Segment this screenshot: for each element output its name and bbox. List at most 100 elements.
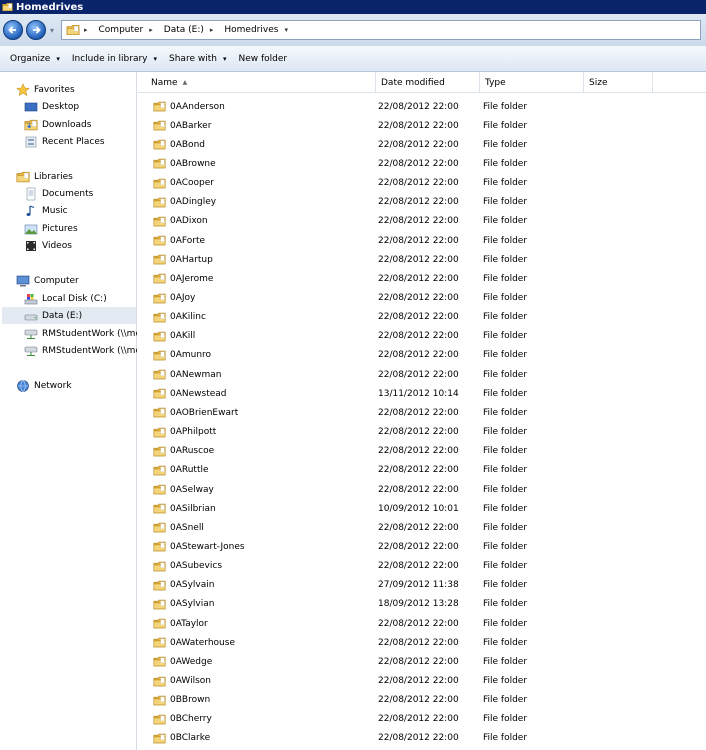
file-name: 0BCherry — [170, 714, 212, 725]
nav-label: Local Disk (C:) — [42, 293, 107, 304]
organize-label: Organize — [10, 53, 51, 64]
breadcrumb-separator[interactable]: ▸ — [149, 26, 158, 34]
nav-local-disk-c[interactable]: Local Disk (C:) — [24, 290, 107, 307]
breadcrumb-separator[interactable]: ▾ — [284, 26, 293, 34]
file-row[interactable]: 0APhilpott 22/08/2012 22:00 File folder — [138, 423, 706, 442]
organize-button[interactable]: Organize ▾ — [4, 49, 66, 69]
file-row[interactable]: 0AJoy 22/08/2012 22:00 File folder — [138, 289, 706, 308]
nav-favorites[interactable]: Favorites — [16, 81, 75, 98]
file-row[interactable]: 0ASelway 22/08/2012 22:00 File folder — [138, 480, 706, 499]
file-row[interactable]: 0BClarke 22/08/2012 22:00 File folder — [138, 729, 706, 748]
nav-documents[interactable]: Documents — [24, 185, 93, 202]
file-row[interactable]: 0ATaylor 22/08/2012 22:00 File folder — [138, 614, 706, 633]
file-row[interactable]: 0ABond 22/08/2012 22:00 File folder — [138, 135, 706, 154]
nav-data-drive-e[interactable]: Data (E:) — [2, 307, 136, 324]
file-row[interactable]: 0ARuttle 22/08/2012 22:00 File folder — [138, 461, 706, 480]
file-name: 0AAnderson — [170, 101, 225, 112]
column-header-label: Type — [485, 77, 506, 88]
folder-icon — [153, 406, 166, 419]
nav-desktop[interactable]: Desktop — [24, 98, 79, 115]
file-row[interactable]: 0AAnderson 22/08/2012 22:00 File folder — [138, 97, 706, 116]
file-name: 0ACooper — [170, 178, 214, 189]
sort-ascending-icon: ▲ — [182, 79, 188, 86]
file-date-modified: 22/08/2012 22:00 — [378, 293, 459, 303]
file-row[interactable]: 0AWaterhouse 22/08/2012 22:00 File folder — [138, 633, 706, 652]
folder-icon — [153, 234, 166, 247]
file-row[interactable]: 0AStewart-Jones 22/08/2012 22:00 File fold… — [138, 537, 706, 556]
nav-label: Pictures — [42, 223, 78, 234]
file-row[interactable]: 0AHartup 22/08/2012 22:00 File folder — [138, 250, 706, 269]
nav-network[interactable]: Network — [16, 377, 72, 394]
file-date-modified: 22/08/2012 22:00 — [378, 695, 459, 706]
recent-pages-dropdown[interactable]: ▾ — [47, 24, 57, 36]
nav-downloads[interactable]: Downloads — [24, 116, 91, 133]
column-header-date-modified[interactable]: Date modified — [376, 72, 480, 93]
file-row[interactable]: 0ANewman 22/08/2012 22:00 File folder — [138, 365, 706, 384]
breadcrumb-data-drive[interactable]: Data (E:) — [164, 25, 204, 35]
file-row[interactable]: 0ASubevics 22/08/2012 22:00 File folder — [138, 557, 706, 576]
file-row[interactable]: 0ADixon 22/08/2012 22:00 File folder — [138, 212, 706, 231]
file-row[interactable]: 0Amunro 22/08/2012 22:00 File folder — [138, 346, 706, 365]
file-date-modified: 22/08/2012 22:00 — [378, 101, 459, 112]
column-header-type[interactable]: Type — [480, 72, 584, 93]
file-row[interactable]: 0AWedge 22/08/2012 22:00 File folder — [138, 652, 706, 671]
back-button[interactable] — [3, 20, 23, 40]
desktop-icon — [24, 102, 38, 111]
file-date-modified: 22/08/2012 22:00 — [378, 522, 459, 533]
file-row[interactable]: 0ASilbrian 10/09/2012 10:01 File folder — [138, 499, 706, 518]
column-header-name[interactable]: Name ▲ — [146, 72, 376, 93]
nav-libraries[interactable]: Libraries — [16, 168, 73, 185]
breadcrumb-separator[interactable]: ▸ — [210, 26, 219, 34]
file-row[interactable]: 0ABrowne 22/08/2012 22:00 File folder — [138, 154, 706, 173]
file-row[interactable]: 0AWilson 22/08/2012 22:00 File folder — [138, 672, 706, 691]
file-row[interactable]: 0ASnell 22/08/2012 22:00 File folder — [138, 518, 706, 537]
nav-rmstudentwork-2[interactable]: RMStudentWork (\\mc — [24, 342, 137, 359]
file-row[interactable]: 0AJerome 22/08/2012 22:00 File folder — [138, 269, 706, 288]
column-header-label: Size — [589, 77, 608, 88]
file-row[interactable]: 0ADingley 22/08/2012 22:00 File folder — [138, 193, 706, 212]
file-date-modified: 22/08/2012 22:00 — [378, 465, 459, 476]
nav-videos[interactable]: Videos — [24, 237, 72, 254]
nav-rmstudentwork-1[interactable]: RMStudentWork (\\mc — [24, 325, 137, 342]
file-row[interactable]: 0ANewstead 13/11/2012 10:14 File folder — [138, 384, 706, 403]
breadcrumb-homedrives[interactable]: Homedrives — [224, 25, 278, 35]
nav-label: Recent Places — [42, 136, 105, 147]
file-row[interactable]: 0ARuscoe 22/08/2012 22:00 File folder — [138, 442, 706, 461]
file-row[interactable]: 0BBrown 22/08/2012 22:00 File folder — [138, 691, 706, 710]
file-row[interactable]: 0ASylvain 27/09/2012 11:38 File folder — [138, 576, 706, 595]
file-name: 0ARuscoe — [170, 446, 215, 457]
file-row[interactable]: 0AKilinc 22/08/2012 22:00 File folder — [138, 308, 706, 327]
nav-music[interactable]: Music — [24, 202, 68, 219]
breadcrumb-computer[interactable]: Computer — [99, 25, 144, 35]
file-row[interactable]: 0ACooper 22/08/2012 22:00 File folder — [138, 174, 706, 193]
network-drive-icon — [24, 346, 38, 356]
nav-recent-places[interactable]: Recent Places — [24, 133, 105, 150]
file-type: File folder — [483, 656, 528, 667]
forward-button[interactable] — [26, 20, 46, 40]
folder-icon — [153, 215, 166, 228]
file-row[interactable]: 0ABarker 22/08/2012 22:00 File folder — [138, 116, 706, 135]
file-row[interactable]: 0AForte 22/08/2012 22:00 File folder — [138, 231, 706, 250]
nav-computer[interactable]: Computer — [16, 272, 79, 289]
file-row[interactable]: 0AKill 22/08/2012 22:00 File folder — [138, 327, 706, 346]
folder-icon — [153, 253, 166, 266]
column-header-size[interactable]: Size — [584, 72, 653, 93]
file-name: 0ABarker — [170, 120, 212, 131]
nav-label: Computer — [34, 275, 79, 286]
nav-pictures[interactable]: Pictures — [24, 220, 78, 237]
file-name: 0ANewstead — [170, 388, 227, 399]
include-in-library-button[interactable]: Include in library ▾ — [66, 49, 163, 69]
file-row[interactable]: 0BCherry 22/08/2012 22:00 File folder — [138, 710, 706, 729]
file-name: 0AKilinc — [170, 312, 206, 323]
share-with-button[interactable]: Share with ▾ — [163, 49, 232, 69]
breadcrumb-label: Data (E:) — [163, 25, 204, 35]
file-row[interactable]: 0AOBrienEwart 22/08/2012 22:00 File folder — [138, 403, 706, 422]
file-date-modified: 22/08/2012 22:00 — [378, 350, 459, 361]
file-row[interactable]: 0ASylvian 18/09/2012 13:28 File folder — [138, 595, 706, 614]
downloads-folder-icon — [24, 118, 38, 132]
forward-arrow-icon — [33, 26, 41, 34]
folder-icon — [153, 636, 166, 649]
new-folder-button[interactable]: New folder — [232, 49, 293, 69]
address-bar[interactable]: ▸ Computer ▸ Data (E:) ▸ Homedrives ▾ — [61, 20, 701, 40]
breadcrumb-root-arrow[interactable]: ▸ — [84, 26, 93, 34]
